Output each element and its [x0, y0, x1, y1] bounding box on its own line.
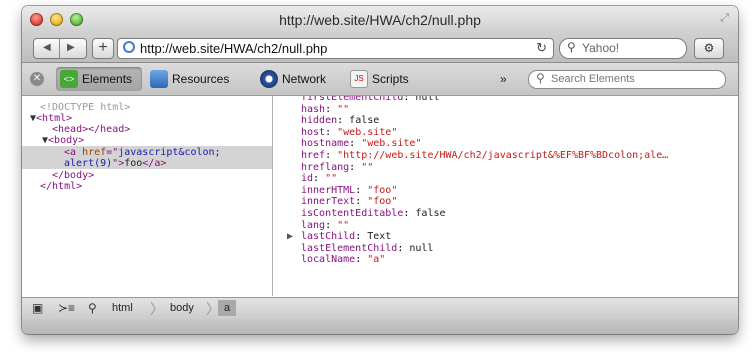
property-value: "foo"	[367, 196, 398, 208]
breadcrumb-html[interactable]: html	[112, 300, 133, 316]
back-icon[interactable]: ◀	[43, 42, 51, 53]
property-key: hidden	[301, 115, 338, 127]
add-bookmark-button[interactable]: +	[92, 38, 114, 59]
property-key: hash	[301, 103, 326, 115]
address-url: http://web.site/HWA/ch2/null.php	[140, 41, 328, 56]
property-key: lastChild	[301, 231, 356, 243]
property-key: href	[301, 150, 326, 161]
property-value: "a"	[367, 254, 386, 266]
property-value: ""	[325, 173, 338, 185]
search-elements-field[interactable]: ⚲ Search Elements	[528, 70, 726, 89]
forward-icon[interactable]: ▶	[67, 42, 75, 53]
tab-scripts[interactable]: JS Scripts	[346, 67, 426, 91]
scripts-icon: JS	[350, 70, 368, 88]
reload-icon[interactable]: ↻	[536, 40, 547, 56]
html-node[interactable]: ▼<html>	[30, 113, 72, 124]
tab-resources[interactable]: Resources	[146, 67, 252, 91]
search-icon: ⚲	[536, 71, 545, 85]
property-value: ""	[337, 103, 350, 115]
property-key: firstElementChild	[301, 96, 404, 103]
property-row[interactable]: innerHTML: "foo"	[301, 185, 397, 197]
navigation-toolbar: ◀ ▶ + http://web.site/HWA/ch2/null.php ↻…	[22, 34, 738, 63]
property-value: ""	[337, 219, 350, 231]
property-key: innerText	[301, 196, 356, 208]
property-row[interactable]: innerText: "foo"	[301, 196, 397, 208]
window-footer	[22, 319, 738, 334]
inspector-content: <!DOCTYPE html> ▼<html> <head></head> ▼<…	[22, 96, 738, 296]
head-node[interactable]: <head></head>	[52, 124, 130, 135]
address-field[interactable]: http://web.site/HWA/ch2/null.php ↻	[117, 38, 554, 59]
expand-icon[interactable]: ▶	[287, 231, 293, 243]
anchor-node[interactable]: <a href="javascript&colon;	[64, 147, 221, 158]
property-key: host	[301, 126, 326, 138]
property-value: Text	[367, 231, 392, 243]
property-row[interactable]: lastElementChild: null	[301, 243, 433, 255]
network-icon	[260, 70, 278, 88]
property-row[interactable]: hostname: "web.site"	[301, 138, 421, 150]
property-row[interactable]: hash: ""	[301, 104, 349, 116]
globe-icon	[123, 41, 135, 53]
property-key: innerHTML	[301, 184, 356, 196]
property-row[interactable]: lang: ""	[301, 220, 349, 232]
fullscreen-icon[interactable]: ⤢	[720, 12, 729, 25]
property-value: null	[409, 242, 434, 254]
properties-panel: firstElementChild: null hash: "" hidden: f…	[273, 96, 738, 296]
web-search-placeholder: Yahoo!	[582, 41, 620, 55]
property-row[interactable]: isContentEditable: false	[301, 208, 446, 220]
doctype-node[interactable]: <!DOCTYPE html>	[40, 102, 130, 113]
search-elements-placeholder: Search Elements	[551, 73, 635, 85]
body-node[interactable]: ▼<body>	[42, 135, 84, 146]
property-row[interactable]: localName: "a"	[301, 254, 385, 266]
property-row[interactable]: firstElementChild: null	[301, 96, 440, 104]
property-key: localName	[301, 254, 356, 266]
breadcrumb-a[interactable]: a	[218, 300, 237, 316]
property-value: false	[415, 208, 446, 219]
search-icon[interactable]: ⚲	[88, 301, 97, 315]
property-row[interactable]: host: "web.site"	[301, 127, 397, 139]
browser-window: http://web.site/HWA/ch2/null.php ⤢ ◀ ▶ +…	[22, 6, 738, 334]
resources-icon	[150, 70, 168, 88]
back-forward-buttons: ◀ ▶	[33, 38, 87, 59]
title-bar: http://web.site/HWA/ch2/null.php ⤢	[22, 6, 738, 34]
property-row[interactable]: hreflang: ""	[301, 162, 373, 174]
more-tabs-button[interactable]: »	[500, 72, 507, 86]
web-search-field[interactable]: ⚲ Yahoo!	[559, 38, 687, 59]
property-value: "http://web.site/HWA/ch2/javascript&%EF%…	[337, 150, 669, 161]
property-key: hostname	[301, 138, 350, 150]
property-value: null	[415, 96, 440, 103]
inspector-toolbar: ✕ <> Elements Resources Network JS Scrip…	[22, 63, 738, 96]
property-value: "foo"	[367, 184, 398, 196]
close-inspector-icon[interactable]: ✕	[30, 72, 44, 86]
console-icon[interactable]: ≻≡	[58, 301, 75, 315]
property-key: lastElementChild	[301, 242, 398, 254]
property-key: id	[301, 173, 314, 185]
property-row[interactable]: id: ""	[301, 173, 337, 185]
property-value: false	[349, 115, 380, 127]
window-title: http://web.site/HWA/ch2/null.php	[279, 12, 481, 28]
property-key: lang	[301, 219, 326, 231]
status-bar: ▣ ≻≡ ⚲ html 〉 body 〉 a	[22, 297, 738, 319]
breadcrumb-body[interactable]: body	[170, 300, 194, 316]
body-close-node[interactable]: </body>	[52, 170, 94, 181]
property-value: ""	[361, 161, 374, 173]
anchor-node-continued[interactable]: alert(9)">foo</a>	[64, 158, 166, 169]
property-value: "web.site"	[337, 126, 398, 138]
property-key: hreflang	[301, 161, 350, 173]
tab-elements[interactable]: <> Elements	[56, 67, 142, 91]
tab-network[interactable]: Network	[256, 67, 346, 91]
property-row[interactable]: ▶ lastChild: Text	[287, 231, 392, 243]
property-row[interactable]: hidden: false	[301, 115, 379, 127]
property-key: isContentEditable	[301, 208, 404, 219]
property-row[interactable]: href: "http://web.site/HWA/ch2/javascrip…	[301, 150, 668, 162]
property-value: "web.site"	[361, 138, 422, 150]
html-close-node[interactable]: </html>	[40, 181, 82, 192]
dom-tree-panel: <!DOCTYPE html> ▼<html> <head></head> ▼<…	[22, 96, 272, 296]
bookmarks-button[interactable]: ⚙	[694, 38, 724, 59]
dock-icon[interactable]: ▣	[32, 301, 43, 315]
elements-icon: <>	[60, 70, 78, 88]
search-icon: ⚲	[567, 40, 576, 54]
